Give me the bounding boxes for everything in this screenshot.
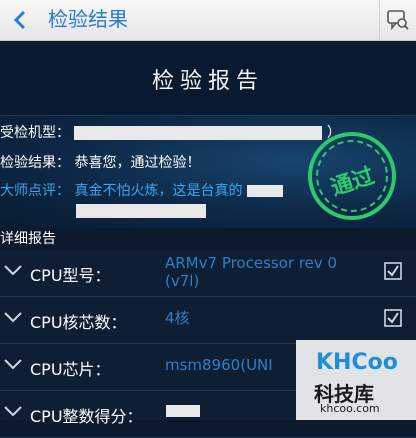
title-bar: 检验结果 [0, 0, 416, 41]
item-value-line1: ARMv7 Processor rev 0 [165, 254, 338, 272]
logo-brand: KHCoo [316, 350, 398, 375]
logo-url: khcoo.com [320, 402, 380, 415]
report-banner: 检验报告 [0, 41, 416, 116]
chat-search-icon [387, 10, 409, 31]
feedback-button[interactable] [379, 0, 416, 40]
list-item-cpu-model[interactable]: CPU型号： ARMv7 Processor rev 0 (v7l) [0, 250, 416, 297]
item-label: CPU核芯数： [30, 313, 127, 332]
comment-value: 真金不怕火炼，这是台真的 [74, 183, 243, 199]
comment-row: 大师点评： 真金不怕火炼，这是台真的 [0, 180, 283, 200]
chevron-down-icon [4, 359, 22, 370]
checkbox-icon[interactable] [384, 262, 402, 280]
result-value: 恭喜您，通过检验！ [74, 155, 201, 171]
redacted-comment-tail [246, 185, 283, 197]
item-value-line1: 4核 [165, 309, 190, 327]
page-title: 检验结果 [48, 7, 128, 31]
item-label: CPU型号： [30, 266, 111, 285]
pass-stamp: 通过 [306, 130, 398, 222]
redacted-model [74, 126, 323, 140]
chevron-down-icon [4, 265, 22, 276]
comment-label: 大师点评： [0, 183, 70, 199]
report-title: 检验报告 [151, 69, 264, 94]
back-button[interactable] [0, 0, 40, 40]
chevron-left-icon [13, 10, 26, 30]
model-row: 受检机型： ） [0, 122, 341, 142]
chevron-down-icon [4, 406, 22, 417]
watermark-logo: KHCoo 科技库 khcoo.com [296, 340, 416, 420]
item-label: CPU芯片： [30, 360, 111, 379]
detail-header: 详细报告 [0, 228, 416, 250]
checkbox-icon[interactable] [384, 309, 402, 327]
chevron-down-icon [4, 312, 22, 323]
item-value: ARMv7 Processor rev 0 (v7l) [165, 254, 337, 290]
list-item-cpu-cores[interactable]: CPU核芯数： 4核 [0, 297, 416, 344]
item-label: CPU整数得分： [30, 407, 143, 426]
result-label: 检验结果： [0, 155, 70, 171]
redacted-score [166, 405, 200, 417]
item-value: msm8960(UNI [165, 356, 273, 374]
redacted-comment-line2 [76, 204, 206, 218]
item-value-line1: msm8960(UNI [165, 356, 273, 374]
summary-panel: 受检机型： ） 检验结果： 恭喜您，通过检验！ 大师点评： 真金不怕火炼，这是台… [0, 116, 416, 228]
result-row: 检验结果： 恭喜您，通过检验！ [0, 152, 200, 172]
item-value: 4核 [165, 309, 190, 327]
item-value-line2: (v7l) [165, 272, 200, 290]
model-label: 受检机型： [0, 125, 70, 141]
